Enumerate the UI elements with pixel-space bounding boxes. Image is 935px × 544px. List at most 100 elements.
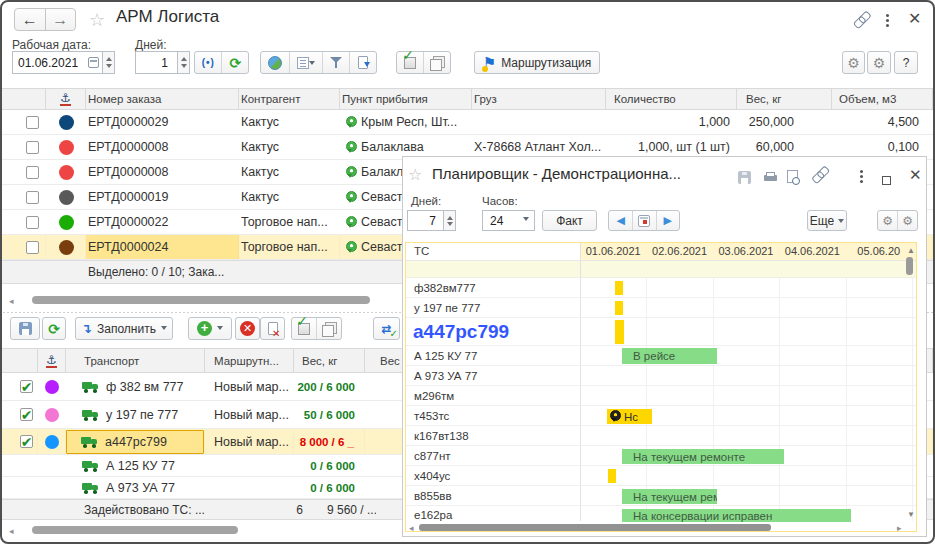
settings-button[interactable]: ⚙ [842, 51, 865, 74]
list-view-button[interactable] [289, 52, 323, 73]
auto-refresh-button[interactable]: (•) [195, 52, 221, 73]
vehicle-weight[interactable]: 50 / 6 000 [294, 401, 365, 428]
order-number[interactable]: ЕРТД0000029 [86, 110, 239, 134]
refresh-button[interactable]: ⟳ [221, 52, 248, 73]
map-button[interactable] [261, 52, 289, 73]
gantt-bar-yellow[interactable] [615, 320, 624, 344]
order-weight[interactable]: 250,000 [737, 110, 832, 134]
vehicle-name[interactable]: А 973 УА 77 [66, 477, 205, 498]
spin-up-icon[interactable] [106, 54, 112, 61]
spin-down-icon[interactable] [181, 64, 187, 71]
order-quantity[interactable]: 1,000 [606, 110, 737, 134]
gantt-scroll-up-icon[interactable]: ▲ [907, 246, 915, 255]
order-checkbox[interactable] [26, 166, 39, 179]
gantt-bar-repair[interactable]: На текущем ремонте [622, 449, 784, 464]
vehicles-scroll-left-icon[interactable]: ◂ [9, 527, 14, 536]
fill-button[interactable]: ↴ Заполнить [75, 317, 173, 340]
form-settings-button[interactable]: ⚙ [867, 51, 891, 74]
vehicles-hscrollbar[interactable] [32, 526, 238, 534]
cancel-doc-button[interactable]: ✕ [260, 317, 285, 340]
copy-button[interactable] [316, 318, 341, 339]
gantt-row[interactable]: у 197 пе 777 [406, 298, 916, 318]
more-button[interactable]: Еще [807, 210, 847, 231]
gantt-row[interactable]: х404ус [406, 466, 916, 486]
prev-period-button[interactable]: ◀ [609, 211, 632, 230]
calendar-icon[interactable] [88, 57, 99, 68]
orders-col-weight[interactable]: Вес, кг [737, 89, 832, 109]
order-number[interactable]: ЕРТД0000008 [86, 135, 239, 159]
spin-up-icon[interactable] [447, 213, 453, 220]
gantt-hscrollbar[interactable] [419, 524, 771, 531]
favorite-star-icon[interactable]: ☆ [408, 165, 422, 184]
vehicle-route[interactable] [205, 477, 294, 498]
orders-col-number[interactable]: Номер заказа [86, 89, 239, 109]
planner-save-button[interactable] [738, 170, 751, 188]
planner-hours-select[interactable]: 24 [482, 210, 535, 231]
gantt-row[interactable]: ф382вм777 [406, 278, 916, 298]
vehicle-checkbox[interactable]: ✔ [20, 408, 33, 421]
order-checkbox[interactable] [26, 141, 39, 154]
days-input[interactable]: 1 [135, 51, 178, 74]
days-stepper[interactable] [177, 51, 190, 74]
gantt-row[interactable]: а447рс799 [406, 318, 916, 346]
vehicle-route[interactable]: Новый мар... [205, 429, 294, 454]
order-contractor[interactable]: Кактус [239, 110, 340, 134]
orders-col-volume[interactable]: Объем, м3 [832, 89, 933, 109]
orders-col-contractor[interactable]: Контрагент [239, 89, 340, 109]
gantt-bar-in-trip[interactable]: В рейсе [622, 348, 717, 364]
order-cargo[interactable] [472, 110, 606, 134]
planner-days-input[interactable]: 7 [407, 210, 444, 231]
order-number[interactable]: ЕРТД0000024 [86, 235, 239, 259]
orders-scroll-left-icon[interactable]: ◂ [9, 297, 14, 306]
maximize-button[interactable] [882, 171, 891, 189]
spin-up-icon[interactable] [181, 54, 187, 61]
vehicle-route[interactable]: Новый мар... [205, 401, 294, 428]
order-checkbox[interactable] [26, 216, 39, 229]
vehicle-weight[interactable]: 8 000 / 6 _ [294, 429, 365, 454]
vehicle-name[interactable]: а447рс799 [66, 430, 204, 454]
vehicle-name[interactable]: А 125 КУ 77 [66, 455, 205, 476]
next-period-button[interactable]: ▶ [656, 211, 679, 230]
gantt-row[interactable]: м296тм [406, 386, 916, 406]
vehicles-col-route[interactable]: Маршрутн... [205, 349, 294, 372]
vehicles-col-transport[interactable]: Транспорт [66, 349, 205, 372]
favorite-star-icon[interactable]: ☆ [89, 9, 105, 31]
more-menu-icon[interactable] [860, 170, 863, 173]
routing-button[interactable]: ⚑ Маршрутизация [474, 51, 600, 74]
gantt-bar-conservation[interactable]: На консервации исправен [622, 509, 851, 522]
gantt-bar-repair[interactable]: На текущем ремонте [622, 489, 717, 504]
vehicle-route[interactable]: Новый мар... [205, 373, 294, 400]
get-link-button[interactable] [852, 11, 869, 32]
vehicle-name[interactable]: у 197 пе 777 [66, 401, 205, 428]
copy-button[interactable] [423, 52, 450, 73]
more-menu-icon[interactable] [886, 14, 889, 17]
planner-days-stepper[interactable] [443, 210, 456, 231]
order-number[interactable]: ЕРТД0000019 [86, 185, 239, 209]
vehicle-name[interactable]: ф 382 вм 777 [66, 373, 205, 400]
filter-button[interactable] [322, 52, 349, 73]
order-destination[interactable]: Крым Респ, Шт... [340, 110, 472, 134]
order-contractor[interactable]: Торговое нап... [239, 235, 340, 259]
orders-hscrollbar[interactable] [32, 296, 370, 304]
check-all-button[interactable] [397, 52, 423, 73]
print-button[interactable] [764, 170, 777, 188]
vehicle-weight[interactable]: 0 / 6 000 [294, 455, 365, 476]
load-orders-button[interactable] [349, 52, 376, 73]
vehicles-refresh-button[interactable]: ⟳ [42, 317, 66, 340]
planner-close-icon[interactable]: ✕ [909, 167, 922, 183]
working-date-stepper[interactable] [102, 51, 115, 74]
save-button[interactable] [10, 317, 40, 340]
gantt-row[interactable]: А 973 УА 77 [406, 366, 916, 386]
order-checkbox[interactable] [26, 116, 39, 129]
gantt-row[interactable]: т453тс [406, 406, 916, 426]
check-all-button[interactable] [292, 318, 316, 339]
orders-col-cargo[interactable]: Груз [472, 89, 606, 109]
gantt-bar-yellow[interactable] [615, 281, 623, 295]
vehicle-route[interactable] [205, 455, 294, 476]
gantt-row[interactable]: к167вт138 [406, 426, 916, 446]
gantt-scroll-left-icon[interactable]: ◂ [409, 524, 414, 533]
orders-col-quantity[interactable]: Количество [606, 89, 737, 109]
help-button[interactable]: ? [894, 51, 918, 74]
order-contractor[interactable]: Торговое нап... [239, 210, 340, 234]
vehicles-col-weight[interactable]: Вес, кг [294, 349, 365, 372]
